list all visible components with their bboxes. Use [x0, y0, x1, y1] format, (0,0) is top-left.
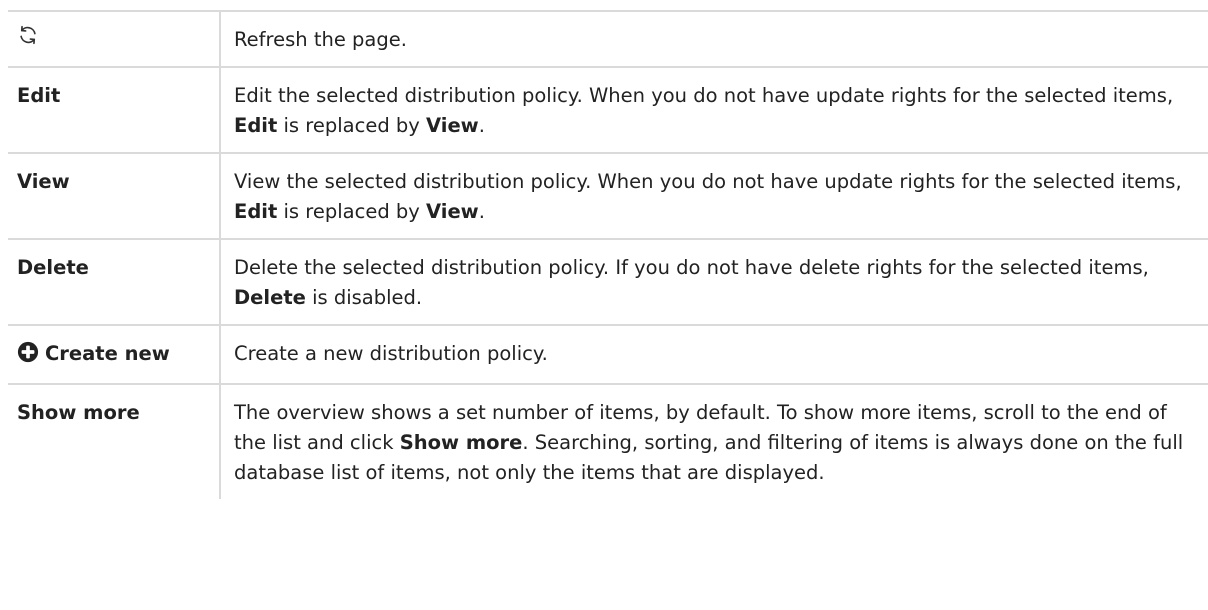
option-label: Show more	[17, 401, 140, 424]
option-cell: Create new	[8, 324, 221, 385]
description-cell: Edit the selected distribution policy. W…	[220, 66, 1208, 154]
table-row: View View the selected distribution poli…	[8, 152, 1208, 240]
plus-circle-icon	[17, 341, 39, 372]
description-cell: Create a new distribution policy.	[220, 324, 1208, 385]
option-label: View	[17, 170, 70, 193]
description-cell: View the selected distribution policy. W…	[220, 152, 1208, 240]
option-cell: Delete	[8, 238, 221, 326]
table-row: Create new Create a new distribution pol…	[8, 324, 1208, 385]
table-row: Refresh the page.	[8, 10, 1208, 68]
table-row: Delete Delete the selected distribution …	[8, 238, 1208, 326]
description-cell: Refresh the page.	[220, 10, 1208, 68]
description-cell: The overview shows a set number of items…	[220, 383, 1208, 499]
option-cell: View	[8, 152, 221, 240]
reference-table: Refresh the page. Edit Edit the selected…	[8, 10, 1208, 499]
option-label: Edit	[17, 84, 61, 107]
refresh-icon	[17, 24, 39, 55]
option-label: Create new	[45, 342, 170, 365]
description-cell: Delete the selected distribution policy.…	[220, 238, 1208, 326]
table-row: Edit Edit the selected distribution poli…	[8, 66, 1208, 154]
option-cell: Show more	[8, 383, 221, 499]
option-cell	[8, 10, 221, 68]
table-row: Show more The overview shows a set numbe…	[8, 383, 1208, 499]
option-cell: Edit	[8, 66, 221, 154]
option-label: Delete	[17, 256, 89, 279]
